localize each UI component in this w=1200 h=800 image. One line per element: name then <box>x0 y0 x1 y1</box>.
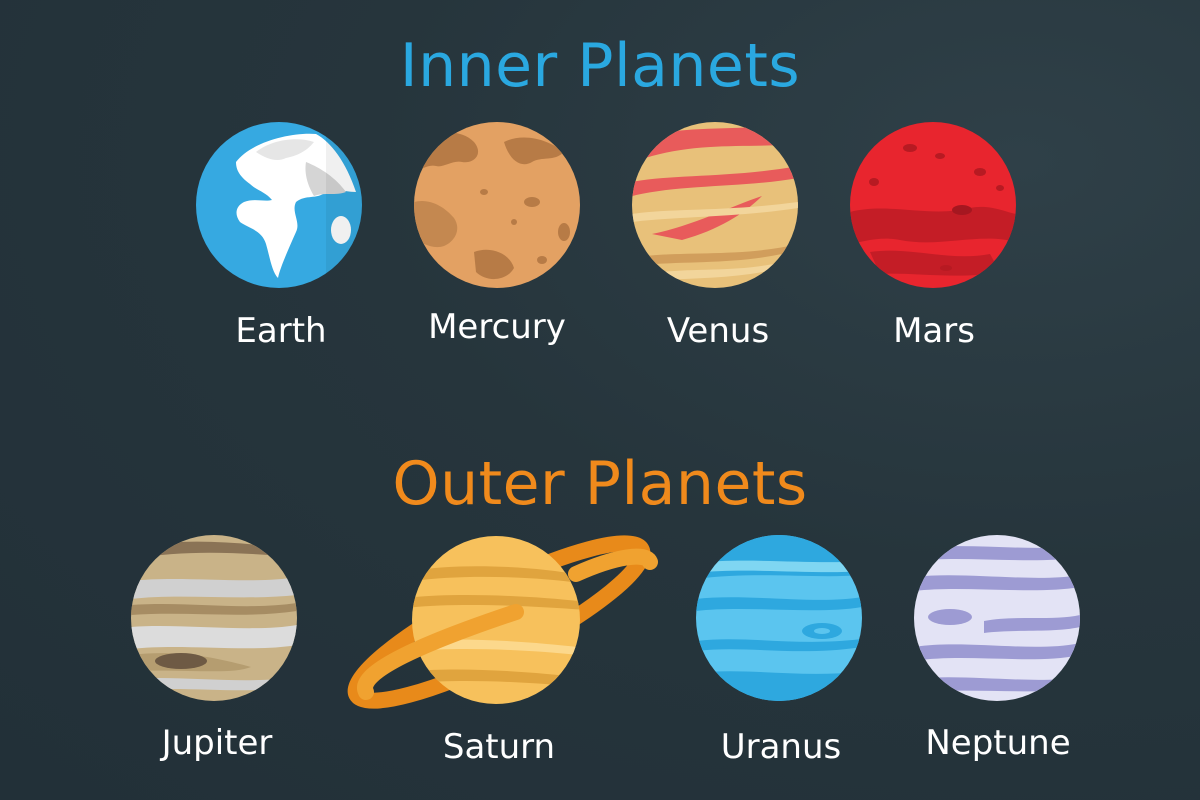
uranus-label: Uranus <box>720 727 842 767</box>
neptune-icon <box>914 535 1080 701</box>
mercury-icon <box>414 122 580 288</box>
earth-icon <box>196 122 362 288</box>
outer-planets-heading: Outer Planets <box>392 449 808 519</box>
jupiter-icon <box>131 535 297 701</box>
neptune-label: Neptune <box>925 723 1071 763</box>
mars-icon <box>850 122 1016 288</box>
earth-label: Earth <box>235 311 327 351</box>
mercury-label: Mercury <box>428 307 566 347</box>
saturn-label: Saturn <box>442 727 556 767</box>
uranus-icon <box>696 535 862 701</box>
jupiter-label: Jupiter <box>161 723 273 763</box>
saturn-icon <box>346 532 658 709</box>
mars-label: Mars <box>893 311 975 351</box>
venus-label: Venus <box>666 311 770 351</box>
inner-planets-heading: Inner Planets <box>399 31 801 101</box>
venus-icon <box>632 122 798 288</box>
